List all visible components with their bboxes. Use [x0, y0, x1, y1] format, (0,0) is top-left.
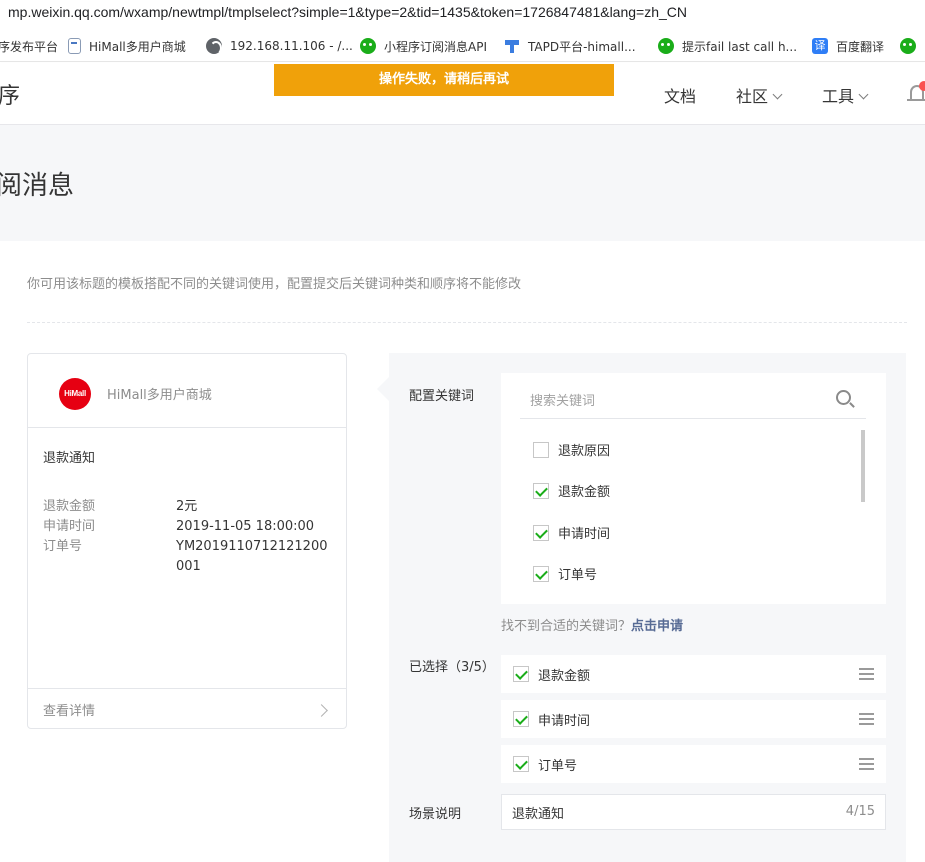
address-bar[interactable]: mp.weixin.qq.com/wxamp/newtmpl/tmplselec… [0, 0, 925, 28]
keyword-checkbox[interactable] [533, 442, 549, 458]
nav-tools-label: 工具 [822, 87, 855, 106]
wechat-icon [900, 38, 916, 54]
page-title: 阅消息 [0, 171, 75, 201]
keyword-search [520, 383, 866, 419]
drag-handle-icon[interactable] [859, 713, 874, 725]
keyword-list-scrollbar[interactable] [861, 430, 865, 502]
wechat-icon [360, 38, 376, 54]
keyword-search-input[interactable] [520, 389, 820, 413]
globe-icon [206, 38, 222, 55]
keyword-label: 退款金额 [558, 485, 611, 501]
bookmark-label: 提示fail last call h... [682, 39, 798, 54]
keyword-item[interactable]: 退款金额 [533, 481, 833, 522]
selected-keyword-item[interactable]: 订单号 [501, 745, 886, 783]
bookmark-baidu-translate[interactable]: 译 百度翻译 [812, 37, 884, 55]
selected-keyword-label: 退款金额 [538, 668, 591, 684]
keywords-label: 配置关键词 [409, 389, 475, 404]
field-value: YM2019110712121200001 [176, 539, 328, 574]
bookmark-subscribe-api[interactable]: 小程序订阅消息API [360, 37, 487, 55]
view-details-label: 查看详情 [43, 704, 96, 719]
field-key: 订单号 [43, 539, 83, 554]
search-icon[interactable] [836, 390, 855, 408]
bookmark-label: 序发布平台 [0, 39, 59, 54]
preview-field-row: 订单号 YM2019110712121200001 [43, 537, 333, 577]
preview-field-row: 退款金额 2元 [43, 497, 333, 517]
keyword-item[interactable]: 申请时间 [533, 523, 833, 564]
drag-handle-icon[interactable] [859, 758, 874, 770]
keyword-checkbox[interactable] [533, 524, 549, 541]
preview-field-row: 申请时间 2019-11-05 18:00:00 [43, 517, 333, 537]
preview-header: HiMall HiMall多用户商城 [28, 354, 346, 428]
preview-fields: 退款金额 2元 申请时间 2019-11-05 18:00:00 订单号 YM2… [43, 497, 333, 577]
tapd-icon [504, 38, 520, 54]
field-value: 2019-11-05 18:00:00 [176, 519, 315, 534]
chevron-right-icon [315, 704, 328, 717]
selected-keyword-item[interactable]: 申请时间 [501, 700, 886, 738]
bell-icon[interactable] [907, 81, 925, 105]
scene-label: 场景说明 [409, 807, 462, 822]
keyword-checkbox[interactable] [533, 565, 549, 582]
apply-keyword-link[interactable]: 点击申请 [631, 619, 683, 634]
bookmark-label: 百度翻译 [836, 39, 885, 54]
not-found-text: 找不到合适的关键词？ [501, 619, 632, 634]
selected-keyword-label: 申请时间 [538, 713, 591, 729]
scene-char-count: 4/15 [845, 804, 875, 819]
bookmark-label: 小程序订阅消息API [384, 39, 487, 54]
keyword-item[interactable]: 订单号 [533, 564, 833, 605]
nav-community-label: 社区 [736, 87, 769, 106]
bookmark-label: TAPD平台-himall... [528, 39, 636, 54]
field-value: 2元 [176, 499, 198, 514]
keyword-not-found: 找不到合适的关键词？点击申请 [501, 615, 683, 634]
field-key: 申请时间 [43, 519, 96, 534]
selected-keyword-checkbox[interactable] [513, 666, 529, 682]
bookmark-label: HiMall多用户商城 [89, 39, 186, 54]
selected-keyword-checkbox[interactable] [513, 756, 529, 772]
nav-tools[interactable]: 工具 [822, 83, 869, 107]
app-logo: HiMall [59, 378, 91, 410]
bookmark-label: 192.168.11.106 - /... [230, 39, 353, 53]
translate-icon: 译 [812, 38, 828, 54]
notification-dot [919, 81, 925, 91]
keyword-config-panel: 配置关键词 退款原因 退款金额 申请时间 订单号 [389, 353, 906, 862]
keyword-label: 订单号 [558, 567, 598, 583]
page-header: 阅消息 [0, 125, 925, 241]
keyword-item[interactable]: 退款原因 [533, 440, 833, 481]
chevron-down-icon [858, 89, 869, 100]
bookmark-fail-tip[interactable]: 提示fail last call h... [658, 37, 797, 55]
app-name: HiMall多用户商城 [107, 388, 212, 403]
bookmark-more[interactable] [900, 37, 924, 55]
selected-keyword-checkbox[interactable] [513, 711, 529, 727]
keyword-label: 申请时间 [558, 526, 611, 542]
divider [27, 322, 907, 323]
nav-community[interactable]: 社区 [736, 83, 783, 107]
scene-field: 4/15 [501, 794, 886, 830]
nav-docs[interactable]: 文档 [664, 83, 696, 107]
bookmark-publish[interactable]: 序发布平台 [0, 37, 58, 55]
url-text: mp.weixin.qq.com/wxamp/newtmpl/tmplselec… [8, 4, 688, 20]
notice-title: 退款通知 [43, 451, 96, 466]
bookmark-tapd[interactable]: TAPD平台-himall... [504, 37, 636, 55]
selected-keyword-label: 订单号 [538, 758, 578, 774]
field-key: 退款金额 [43, 499, 96, 514]
keyword-picker: 退款原因 退款金额 申请时间 订单号 [501, 373, 886, 604]
scene-input[interactable] [512, 801, 812, 823]
chevron-down-icon [772, 89, 783, 100]
keyword-list: 退款原因 退款金额 申请时间 订单号 [533, 440, 833, 605]
panel-pointer [377, 377, 389, 401]
bookmarks-bar: 序发布平台 HiMall多用户商城 192.168.11.106 - /... … [0, 28, 925, 62]
message-preview-card: HiMall HiMall多用户商城 退款通知 退款金额 2元 申请时间 201… [27, 353, 347, 729]
config-hint: 你可用该标题的模板搭配不同的关键词使用，配置提交后关键词种类和顺序将不能修改 [27, 277, 522, 292]
view-details-row[interactable]: 查看详情 [28, 688, 346, 728]
wechat-icon [658, 38, 674, 54]
keyword-label: 退款原因 [558, 444, 611, 459]
bookmark-ip[interactable]: 192.168.11.106 - /... [206, 37, 353, 55]
drag-handle-icon[interactable] [859, 668, 874, 680]
bookmark-himall[interactable]: HiMall多用户商城 [68, 37, 186, 55]
page-icon [68, 38, 81, 54]
selected-keyword-item[interactable]: 退款金额 [501, 655, 886, 693]
error-toast: 操作失败，请稍后再试 [274, 64, 614, 96]
brand-title[interactable]: 序 [0, 78, 20, 110]
selected-count-label: 已选择（3/5） [409, 660, 495, 675]
keyword-checkbox[interactable] [533, 483, 549, 500]
